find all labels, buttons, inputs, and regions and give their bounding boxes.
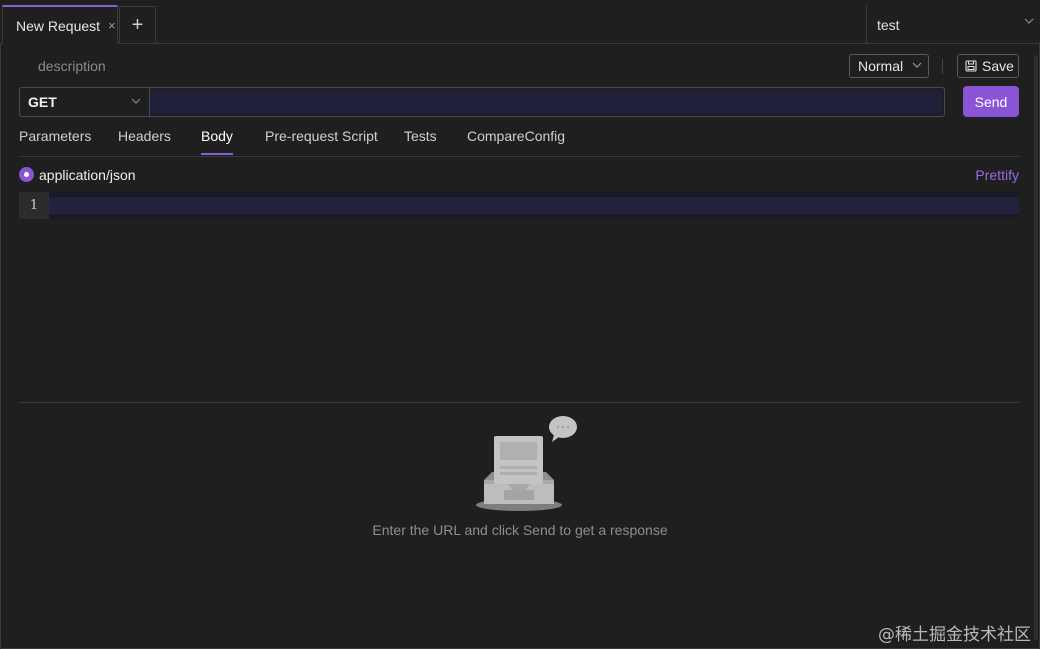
tab-pre-request-script[interactable]: Pre-request Script bbox=[265, 128, 378, 144]
line-number: 1 bbox=[19, 192, 49, 219]
url-input[interactable] bbox=[150, 87, 945, 117]
save-label: Save bbox=[982, 58, 1014, 74]
toolbar-divider bbox=[942, 59, 943, 74]
method-select[interactable]: GET bbox=[19, 87, 150, 117]
method-value: GET bbox=[28, 94, 57, 110]
tabs-divider bbox=[19, 156, 1019, 157]
tab-tests[interactable]: Tests bbox=[404, 128, 437, 144]
response-divider bbox=[19, 402, 1019, 403]
chevron-down-icon bbox=[1024, 18, 1034, 24]
close-icon[interactable]: × bbox=[108, 18, 116, 33]
tab-parameters[interactable]: Parameters bbox=[19, 128, 91, 144]
environment-value: test bbox=[877, 16, 900, 33]
chevron-down-icon bbox=[912, 62, 922, 68]
tab-compareconfig[interactable]: CompareConfig bbox=[467, 128, 565, 144]
tab-headers[interactable]: Headers bbox=[118, 128, 171, 144]
tab-body[interactable]: Body bbox=[201, 128, 233, 155]
environment-select[interactable]: test bbox=[866, 5, 1040, 44]
mode-select[interactable]: Normal bbox=[849, 54, 929, 78]
scrollbar[interactable] bbox=[1034, 55, 1038, 640]
watermark: @稀土掘金技术社区 bbox=[878, 625, 1031, 645]
save-icon bbox=[965, 60, 977, 72]
empty-response-hint: Enter the URL and click Send to get a re… bbox=[372, 522, 668, 538]
tab-new-request[interactable]: New Request × bbox=[2, 5, 118, 44]
description-input[interactable]: description bbox=[38, 58, 106, 74]
mode-value: Normal bbox=[858, 58, 904, 74]
send-button[interactable]: Send bbox=[963, 86, 1019, 117]
tab-label: New Request bbox=[16, 17, 101, 34]
body-editor[interactable]: 1 bbox=[19, 192, 1019, 219]
empty-response-illustration bbox=[476, 416, 577, 511]
prettify-button[interactable]: Prettify bbox=[975, 167, 1019, 183]
tab-bar: New Request × + test bbox=[0, 0, 1040, 44]
save-button[interactable]: Save bbox=[957, 54, 1019, 78]
content-type-radio[interactable] bbox=[19, 167, 34, 182]
editor-line[interactable] bbox=[49, 197, 1019, 214]
url-input-field[interactable] bbox=[150, 91, 941, 113]
chevron-down-icon bbox=[131, 98, 141, 104]
add-tab-button[interactable]: + bbox=[119, 6, 156, 44]
content-type-label: application/json bbox=[39, 167, 136, 183]
